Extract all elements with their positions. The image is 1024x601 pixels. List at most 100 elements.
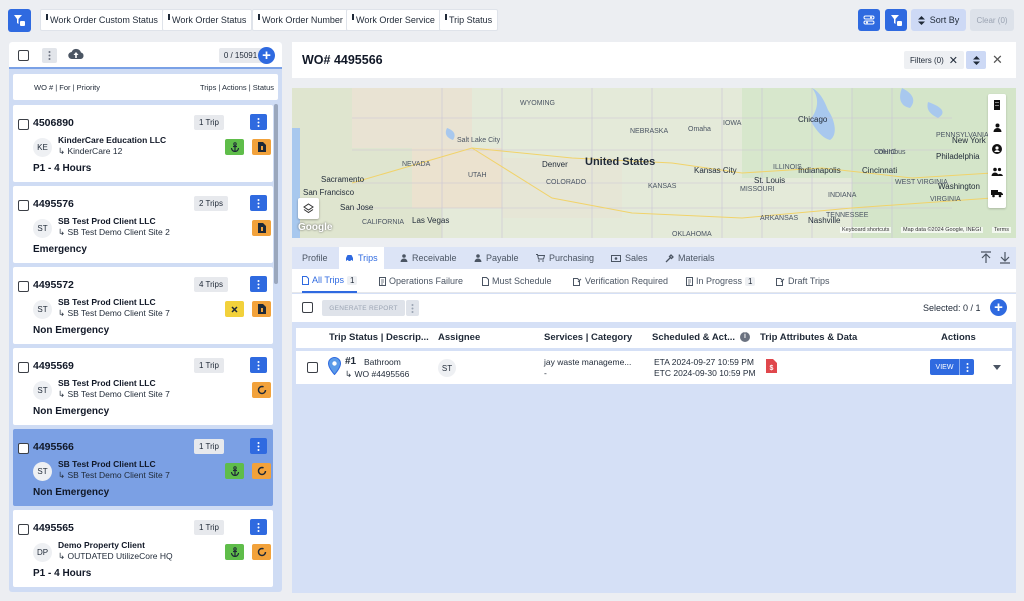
filter-toggle-button[interactable] xyxy=(8,9,31,32)
chevron-down-icon[interactable] xyxy=(993,365,1001,370)
progress-status-button[interactable] xyxy=(252,463,271,479)
card-menu-button[interactable] xyxy=(250,114,267,130)
filter-chip-wo-status[interactable]: Work Order Status xyxy=(162,9,253,31)
layout-toggle-button[interactable] xyxy=(858,9,880,31)
map-view[interactable]: United States WYOMING NEBRASKA IOWA UTAH… xyxy=(292,88,1016,238)
add-trip-button[interactable]: + xyxy=(990,299,1007,316)
wo-number: 4495569 xyxy=(33,360,74,372)
cloud-upload-icon[interactable] xyxy=(68,48,84,60)
select-all-checkbox[interactable] xyxy=(18,50,29,61)
subtab-label: All Trips xyxy=(312,275,345,285)
close-detail-button[interactable]: ✕ xyxy=(992,52,1003,68)
cancelled-status-button[interactable] xyxy=(225,301,244,317)
subtab-draft-trips[interactable]: Draft Trips xyxy=(776,269,830,293)
subtab-all-trips[interactable]: All Trips 1 xyxy=(302,269,358,293)
trips-badge: 1 Trip xyxy=(194,115,225,130)
scroll-to-bottom-icon[interactable] xyxy=(999,251,1011,264)
generate-report-button[interactable]: GENERATE REPORT xyxy=(322,300,405,316)
terms-link[interactable]: Terms xyxy=(992,227,1011,233)
report-menu-button[interactable] xyxy=(406,300,419,316)
card-menu-button[interactable] xyxy=(250,195,267,211)
work-order-card-selected[interactable]: 4495566 1 Trip ST SB Test Prod Client LL… xyxy=(13,429,273,506)
account-circle-icon[interactable] xyxy=(988,138,1006,160)
card-checkbox[interactable] xyxy=(18,524,29,535)
view-trip-button[interactable]: VIEW xyxy=(930,359,974,375)
site-name: ↳ SB Test Demo Client Site 2 xyxy=(58,227,170,237)
truck-icon[interactable] xyxy=(988,182,1006,204)
col-trip-attributes[interactable]: Trip Attributes & Data xyxy=(760,332,857,343)
list-scrollbar[interactable] xyxy=(274,104,278,284)
card-checkbox[interactable] xyxy=(18,119,29,130)
keyboard-shortcuts-link[interactable]: Keyboard shortcuts xyxy=(840,227,892,233)
col-services[interactable]: Services | Category xyxy=(544,332,632,343)
map-city-label: Philadelphia xyxy=(936,152,980,161)
info-icon[interactable]: i xyxy=(740,332,750,342)
table-row[interactable]: #1 Bathroom ↳ WO #4495566 ST jay waste m… xyxy=(296,351,1012,384)
tab-purchasing[interactable]: Purchasing xyxy=(536,247,594,269)
kebab-icon[interactable] xyxy=(959,359,974,375)
invoice-status-button[interactable] xyxy=(252,220,271,236)
trip-wo-ref[interactable]: ↳ WO #4495566 xyxy=(345,369,409,380)
tab-bar: Profile Trips Receivable Payable Purchas… xyxy=(292,247,1016,269)
invoice-status-button[interactable] xyxy=(252,301,271,317)
bulk-actions-button[interactable] xyxy=(42,48,57,63)
tab-receivable[interactable]: Receivable xyxy=(400,247,457,269)
anchor-status-button[interactable] xyxy=(225,463,244,479)
tab-materials[interactable]: Materials xyxy=(665,247,715,269)
building-icon[interactable] xyxy=(988,94,1006,116)
person-icon[interactable] xyxy=(988,116,1006,138)
anchor-status-button[interactable] xyxy=(225,139,244,155)
top-toolbar: Work Order Custom Status Work Order Stat… xyxy=(0,0,1024,40)
col-assignee[interactable]: Assignee xyxy=(438,332,480,343)
filter-chip-wo-number[interactable]: Work Order Number xyxy=(252,9,349,31)
card-checkbox[interactable] xyxy=(18,362,29,373)
map-state-label: COLORADO xyxy=(546,179,587,186)
work-order-card[interactable]: 4506890 1 Trip KE KinderCare Education L… xyxy=(13,105,273,182)
invoice-document-icon[interactable]: $ xyxy=(766,359,777,373)
filter-chip-trip-status[interactable]: Trip Status xyxy=(439,9,499,31)
tab-profile[interactable]: Profile xyxy=(302,247,328,269)
filter-chip-wo-custom-status[interactable]: Work Order Custom Status xyxy=(40,9,164,31)
invoice-status-button[interactable] xyxy=(252,139,271,155)
col-scheduled[interactable]: Scheduled & Act... xyxy=(652,332,735,343)
tab-payable[interactable]: Payable xyxy=(474,247,519,269)
work-order-card[interactable]: 4495576 2 Trips ST SB Test Prod Client L… xyxy=(13,186,273,263)
sort-by-button[interactable]: Sort By xyxy=(911,9,966,31)
expand-collapse-button[interactable] xyxy=(966,51,986,69)
card-checkbox[interactable] xyxy=(18,200,29,211)
work-order-card[interactable]: 4495572 4 Trips ST SB Test Prod Client L… xyxy=(13,267,273,344)
tab-trips[interactable]: Trips xyxy=(339,247,384,269)
work-order-card[interactable]: 4495565 1 Trip DP Demo Property Client ↳… xyxy=(13,510,273,587)
card-menu-button[interactable] xyxy=(250,357,267,373)
add-work-order-button[interactable]: + xyxy=(258,47,275,64)
anchor-status-button[interactable] xyxy=(225,544,244,560)
filter-settings-button[interactable] xyxy=(885,9,907,31)
filters-button[interactable]: Filters (0) ✕ xyxy=(904,51,964,69)
progress-status-button[interactable] xyxy=(252,544,271,560)
card-checkbox[interactable] xyxy=(18,443,29,454)
card-menu-button[interactable] xyxy=(250,276,267,292)
progress-status-button[interactable] xyxy=(252,382,271,398)
tab-sales[interactable]: Sales xyxy=(611,247,648,269)
map-layers-button[interactable] xyxy=(298,198,319,219)
work-order-card[interactable]: 4495569 1 Trip ST SB Test Prod Client LL… xyxy=(13,348,273,425)
card-checkbox[interactable] xyxy=(18,281,29,292)
col-trip-status[interactable]: Trip Status | Descrip... xyxy=(329,332,429,343)
group-icon[interactable] xyxy=(988,160,1006,182)
card-menu-button[interactable] xyxy=(250,438,267,454)
subtab-in-progress[interactable]: In Progress 1 xyxy=(686,269,756,293)
close-icon[interactable]: ✕ xyxy=(949,54,958,67)
avatar: ST xyxy=(33,381,52,400)
filter-icon xyxy=(14,15,25,26)
filter-chip-wo-service[interactable]: Work Order Service xyxy=(346,9,441,31)
subtab-operations-failure[interactable]: Operations Failure xyxy=(379,269,463,293)
select-all-trips-checkbox[interactable] xyxy=(302,302,313,313)
card-menu-button[interactable] xyxy=(250,519,267,535)
row-checkbox[interactable] xyxy=(307,362,318,373)
tab-label: Purchasing xyxy=(549,253,595,263)
map-state-label: UTAH xyxy=(468,172,487,179)
subtab-verification-required[interactable]: Verification Required xyxy=(573,269,668,293)
scroll-to-top-icon[interactable] xyxy=(980,251,992,264)
clear-filters-button[interactable]: Clear (0) xyxy=(970,9,1014,31)
subtab-must-schedule[interactable]: Must Schedule xyxy=(482,269,552,293)
